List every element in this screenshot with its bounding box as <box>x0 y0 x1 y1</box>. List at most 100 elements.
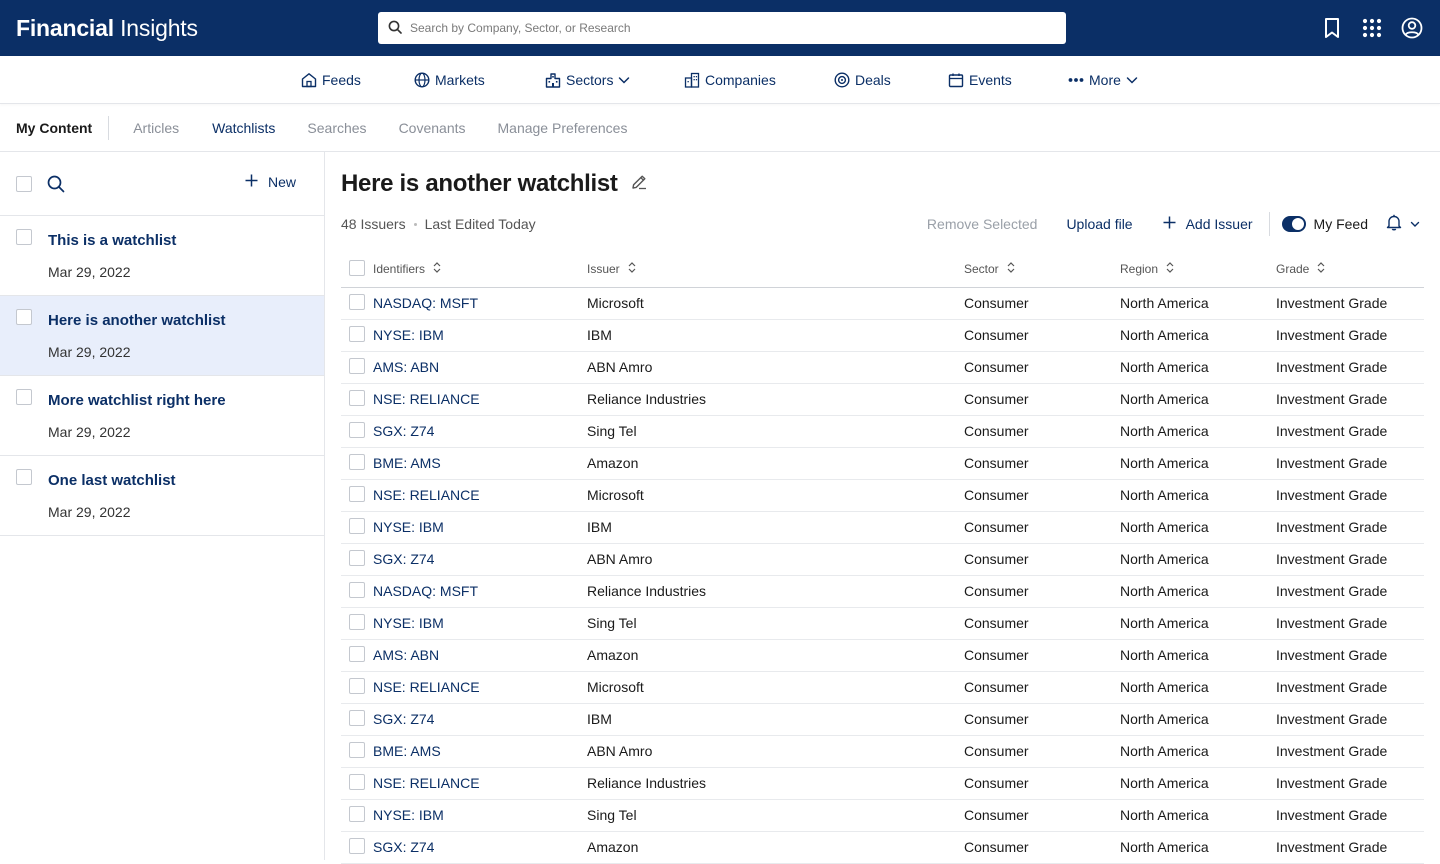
row-checkbox[interactable] <box>349 709 365 726</box>
watchlist-item[interactable]: One last watchlist Mar 29, 2022 <box>0 456 324 536</box>
cell-issuer: IBM <box>587 703 964 736</box>
identifier-link[interactable]: BME: AMS <box>373 455 441 471</box>
add-issuer-button[interactable]: Add Issuer <box>1163 216 1253 232</box>
cell-identifier: NASDAQ: MSFT <box>373 575 587 608</box>
tab-articles[interactable]: Articles <box>133 120 179 136</box>
identifier-link[interactable]: NYSE: IBM <box>373 327 444 343</box>
row-checkbox[interactable] <box>349 485 365 502</box>
remove-selected-button[interactable]: Remove Selected <box>927 216 1038 232</box>
brand-logo[interactable]: Financial Insights <box>16 15 198 42</box>
search-input[interactable] <box>410 21 1030 35</box>
watchlist-item-selected[interactable]: Here is another watchlist Mar 29, 2022 <box>0 296 324 376</box>
nav-feeds[interactable]: Feeds <box>301 56 361 104</box>
select-all-watchlists-checkbox[interactable] <box>16 176 32 192</box>
nav-deals[interactable]: Deals <box>834 56 891 104</box>
nav-more[interactable]: More <box>1068 56 1138 104</box>
meta-separator <box>413 222 417 226</box>
watchlist-checkbox[interactable] <box>16 469 32 485</box>
cell-region-text: North America <box>1120 583 1209 599</box>
row-checkbox[interactable] <box>349 389 365 406</box>
nav-sectors[interactable]: Sectors <box>545 56 630 104</box>
row-checkbox[interactable] <box>349 453 365 470</box>
cell-issuer-text: Sing Tel <box>587 615 637 631</box>
identifier-link[interactable]: NSE: RELIANCE <box>373 487 480 503</box>
edit-pencil-icon[interactable] <box>630 170 648 198</box>
row-checkbox[interactable] <box>349 773 365 790</box>
column-grade[interactable]: Grade <box>1276 252 1424 288</box>
row-checkbox[interactable] <box>349 325 365 342</box>
row-checkbox[interactable] <box>349 741 365 758</box>
identifier-link[interactable]: NASDAQ: MSFT <box>373 583 478 599</box>
watchlist-checkbox[interactable] <box>16 229 32 245</box>
row-checkbox-cell <box>341 735 373 768</box>
identifier-link[interactable]: NYSE: IBM <box>373 519 444 535</box>
row-checkbox[interactable] <box>349 517 365 534</box>
identifier-link[interactable]: SGX: Z74 <box>373 839 434 855</box>
column-issuer[interactable]: Issuer <box>587 252 964 288</box>
row-checkbox-cell <box>341 479 373 512</box>
row-checkbox[interactable] <box>349 805 365 822</box>
identifier-link[interactable]: NSE: RELIANCE <box>373 679 480 695</box>
row-checkbox[interactable] <box>349 837 365 854</box>
notification-dropdown[interactable] <box>1386 214 1420 234</box>
cell-sector-text: Consumer <box>964 359 1029 375</box>
tab-covenants[interactable]: Covenants <box>399 120 466 136</box>
nav-markets[interactable]: Markets <box>414 56 485 104</box>
identifier-link[interactable]: NYSE: IBM <box>373 807 444 823</box>
watchlist-checkbox[interactable] <box>16 309 32 325</box>
table-row: SGX: Z74 IBM Consumer North America Investme… <box>341 703 1424 736</box>
identifier-link[interactable]: BME: AMS <box>373 743 441 759</box>
apps-grid-icon[interactable] <box>1360 16 1384 40</box>
new-watchlist-button[interactable]: New <box>245 174 296 190</box>
identifier-link[interactable]: NSE: RELIANCE <box>373 391 480 407</box>
cell-issuer-text: IBM <box>587 519 612 535</box>
row-checkbox[interactable] <box>349 645 365 662</box>
cell-sector-text: Consumer <box>964 519 1029 535</box>
cell-identifier: AMS: ABN <box>373 351 587 384</box>
row-checkbox[interactable] <box>349 549 365 566</box>
calendar-icon <box>948 72 964 88</box>
my-feed-toggle[interactable] <box>1281 216 1306 232</box>
tab-manage-preferences[interactable]: Manage Preferences <box>498 120 628 136</box>
watchlist-checkbox[interactable] <box>16 389 32 405</box>
row-checkbox[interactable] <box>349 613 365 630</box>
tab-watchlists[interactable]: Watchlists <box>212 120 275 136</box>
row-checkbox[interactable] <box>349 581 365 598</box>
cell-sector-text: Consumer <box>964 743 1029 759</box>
watchlist-item[interactable]: More watchlist right here Mar 29, 2022 <box>0 376 324 456</box>
cell-identifier: AMS: ABN <box>373 639 587 672</box>
identifier-link[interactable]: SGX: Z74 <box>373 711 434 727</box>
search-icon[interactable] <box>47 175 65 196</box>
cell-grade: Investment Grade <box>1276 415 1424 448</box>
bookmark-icon[interactable] <box>1320 16 1344 40</box>
identifier-link[interactable]: SGX: Z74 <box>373 551 434 567</box>
table-row: NYSE: IBM IBM Consumer North America Investm… <box>341 511 1424 544</box>
sort-icon <box>1007 262 1015 276</box>
watchlist-item[interactable]: This is a watchlist Mar 29, 2022 <box>0 216 324 296</box>
cell-sector: Consumer <box>964 543 1120 576</box>
identifier-link[interactable]: NSE: RELIANCE <box>373 775 480 791</box>
identifier-link[interactable]: NYSE: IBM <box>373 615 444 631</box>
column-sector[interactable]: Sector <box>964 252 1120 288</box>
nav-events[interactable]: Events <box>948 56 1012 104</box>
tab-searches[interactable]: Searches <box>307 120 366 136</box>
column-identifiers[interactable]: Identifiers <box>373 252 587 288</box>
identifier-link[interactable]: SGX: Z74 <box>373 423 434 439</box>
nav-events-label: Events <box>969 72 1012 88</box>
column-region[interactable]: Region <box>1120 252 1276 288</box>
cell-issuer-text: Reliance Industries <box>587 775 707 791</box>
row-checkbox[interactable] <box>349 357 365 374</box>
nav-companies[interactable]: Companies <box>684 56 776 104</box>
identifier-link[interactable]: AMS: ABN <box>373 647 439 663</box>
account-circle-icon[interactable] <box>1400 16 1424 40</box>
row-checkbox[interactable] <box>349 677 365 694</box>
nav-markets-label: Markets <box>435 72 485 88</box>
cell-region: North America <box>1120 607 1276 640</box>
select-all-issuers-checkbox[interactable] <box>349 259 365 276</box>
sort-icon <box>433 262 441 276</box>
identifier-link[interactable]: NASDAQ: MSFT <box>373 295 478 311</box>
row-checkbox[interactable] <box>349 421 365 438</box>
row-checkbox[interactable] <box>349 293 365 310</box>
upload-file-button[interactable]: Upload file <box>1066 216 1132 232</box>
identifier-link[interactable]: AMS: ABN <box>373 359 439 375</box>
